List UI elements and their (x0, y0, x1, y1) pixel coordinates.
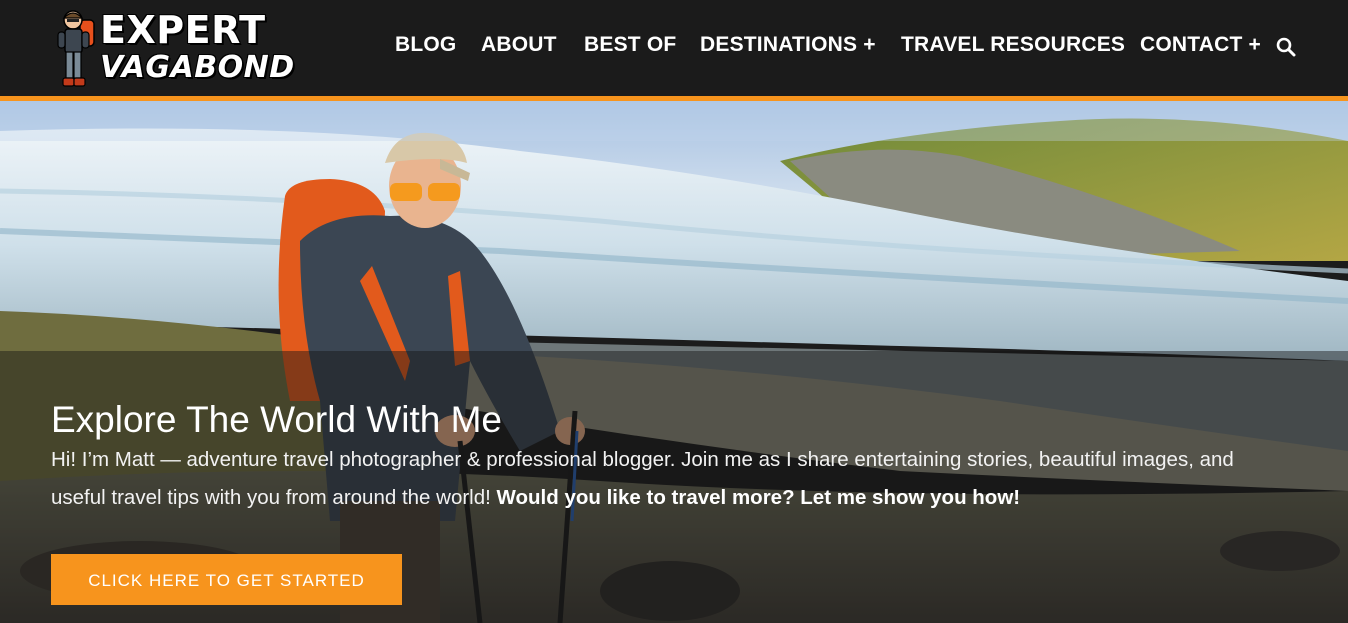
nav-item-best-of[interactable]: BEST OF (584, 33, 676, 57)
nav-item-travel-resources[interactable]: TRAVEL RESOURCES (901, 33, 1125, 57)
hero-intro: Hi! I’m Matt — adventure travel photogra… (51, 441, 1281, 517)
main-nav: BLOG ABOUT BEST OF DESTINATIONS + TRAVEL… (0, 33, 1348, 61)
nav-item-destinations[interactable]: DESTINATIONS + (700, 33, 876, 57)
hero-intro-bold: Would you like to travel more? Let me sh… (496, 486, 1021, 509)
nav-item-about[interactable]: ABOUT (481, 33, 557, 57)
hero-title: Explore The World With Me (51, 398, 503, 440)
get-started-button[interactable]: CLICK HERE TO GET STARTED (51, 554, 402, 605)
nav-item-blog[interactable]: BLOG (395, 33, 456, 57)
hero-section: Explore The World With Me Hi! I’m Matt —… (0, 101, 1348, 623)
search-icon[interactable] (1276, 37, 1296, 57)
site-header: EXPERT VAGABOND BLOG ABOUT BEST OF DESTI… (0, 0, 1348, 96)
nav-item-contact[interactable]: CONTACT + (1140, 33, 1261, 57)
